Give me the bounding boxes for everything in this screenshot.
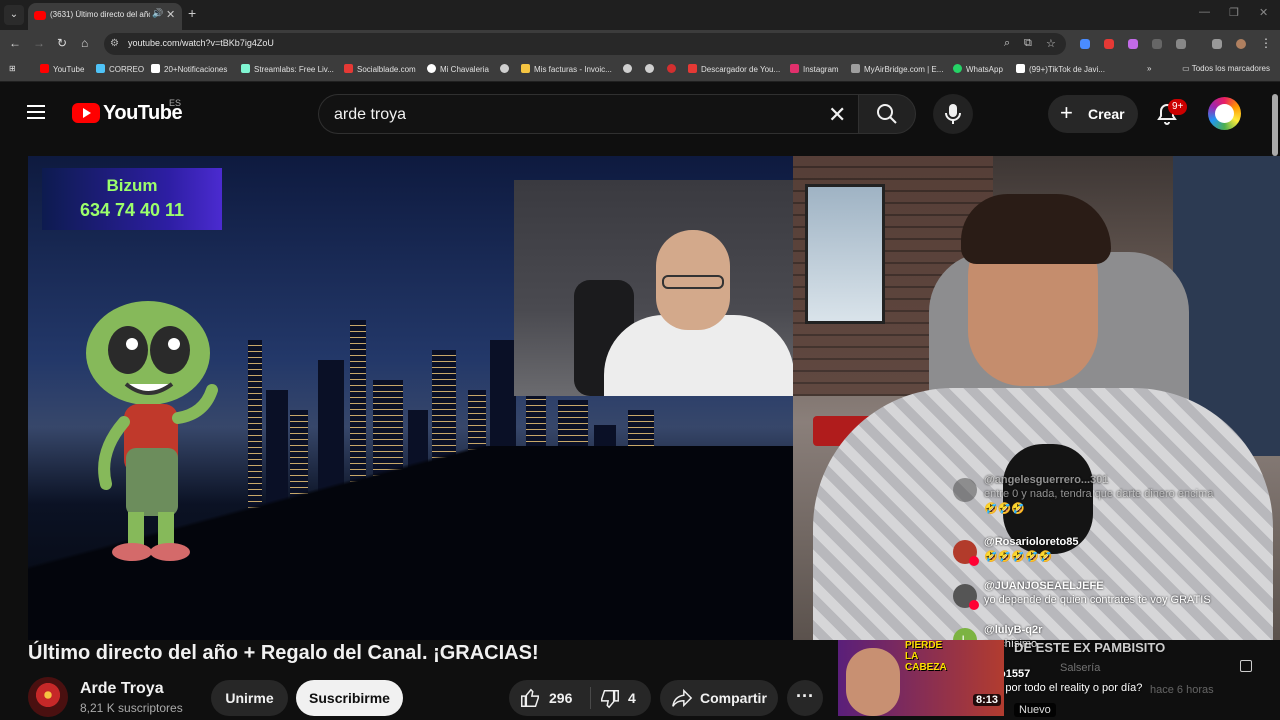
search-query[interactable]: arde troya: [334, 106, 406, 124]
tab-close-icon[interactable]: ✕: [166, 8, 175, 21]
join-button[interactable]: Unirme: [211, 680, 288, 716]
home-icon[interactable]: ⌂: [81, 36, 88, 50]
suggested-channel-name: Salsería: [1060, 662, 1101, 674]
monitor-image: [805, 184, 885, 324]
channel-name[interactable]: Arde Troya: [80, 680, 164, 698]
browser-tab-strip: ⌄ (3631) Último directo del año 🔊 ✕ + — …: [0, 0, 1280, 30]
profile-icon[interactable]: [1236, 39, 1246, 49]
forward-icon[interactable]: →: [33, 36, 45, 50]
share-icon: [672, 688, 693, 708]
country-code: ES: [169, 98, 182, 108]
bookmark-item[interactable]: [500, 64, 513, 74]
create-label: Crear: [1088, 106, 1125, 122]
bookmark-item[interactable]: CORREO: [96, 64, 144, 74]
browser-menu-icon[interactable]: ⋮: [1260, 36, 1272, 50]
reload-icon[interactable]: ↻: [57, 36, 67, 50]
like-count[interactable]: 296: [549, 690, 572, 706]
youtube-logo-icon[interactable]: [72, 103, 100, 123]
bookmarks-bar: ⊞ YouTube CORREO 20+Notificaciones Strea…: [0, 58, 1280, 82]
thumbs-down-icon[interactable]: [599, 688, 621, 710]
minimize-icon[interactable]: —: [1199, 6, 1210, 18]
bookmark-item[interactable]: 20+Notificaciones: [151, 64, 227, 74]
tab-search-button[interactable]: ⌄: [4, 5, 24, 25]
reading-list-icon[interactable]: [1212, 39, 1222, 49]
search-icon: [877, 104, 897, 124]
restore-icon[interactable]: ❐: [1229, 6, 1239, 19]
more-actions-icon[interactable]: ···: [787, 680, 823, 716]
bookmark-star-icon[interactable]: ☆: [1046, 37, 1056, 50]
scrollbar-thumb[interactable]: [1272, 94, 1278, 156]
folder-icon: ▭: [1182, 64, 1192, 73]
clear-search-icon[interactable]: ✕: [828, 102, 846, 128]
member-badge-icon: [969, 556, 979, 566]
bookmark-item[interactable]: [667, 64, 680, 74]
bookmark-item[interactable]: Streamlabs: Free Liv...: [241, 64, 334, 74]
bookmark-item[interactable]: Socialblade.com: [344, 64, 416, 74]
youtube-masthead: YouTube ES arde troya ✕ + Crear 9+: [0, 82, 1270, 146]
new-tab-icon[interactable]: +: [188, 5, 196, 21]
guide-menu-icon[interactable]: [27, 105, 45, 119]
video-duration: 8:13: [973, 694, 1002, 706]
plus-icon: +: [1060, 100, 1073, 125]
address-bar[interactable]: ⚙ youtube.com/watch?v=tBKb7ig4ZoU ⌕ ⧉ ☆: [104, 33, 1066, 55]
thumbs-up-icon[interactable]: [519, 687, 541, 709]
share-label: Compartir: [700, 690, 767, 706]
bookmark-item[interactable]: Descargador de You...: [688, 64, 780, 74]
bizum-number: 634 74 40 11: [79, 200, 185, 220]
bookmark-item[interactable]: MyAirBridge.com | E...: [851, 64, 943, 74]
member-badge-icon: [969, 600, 979, 610]
share-button[interactable]: Compartir: [660, 680, 778, 716]
dislike-count[interactable]: 4: [628, 690, 636, 706]
account-avatar[interactable]: [1208, 97, 1241, 130]
video-title: Último directo del año + Regalo del Cana…: [28, 642, 539, 664]
like-dislike-bar: 296 4: [509, 680, 651, 716]
suggested-video-title[interactable]: DE ESTE EX PAMBISITO: [1014, 640, 1165, 655]
extension-icon[interactable]: [1152, 39, 1162, 49]
suggested-video-meta: hace 6 horas: [1150, 684, 1214, 696]
youtube-favicon-icon: [34, 11, 46, 20]
bizum-label: Bizum: [106, 176, 158, 195]
subscriber-count: 8,21 K suscriptores: [80, 701, 183, 715]
microphone-icon: [945, 104, 961, 124]
heart-extension-icon[interactable]: [1128, 39, 1138, 49]
search-button[interactable]: [858, 94, 916, 134]
apps-grid-icon[interactable]: ⊞: [9, 64, 16, 73]
voice-search-button[interactable]: [933, 94, 973, 134]
create-button[interactable]: + Crear: [1048, 95, 1138, 133]
new-badge: Nuevo: [1014, 703, 1056, 717]
cast-icon[interactable]: ⧉: [1024, 37, 1032, 50]
audio-playing-icon[interactable]: 🔊: [152, 8, 163, 19]
alien-mascot-icon: [86, 301, 218, 561]
bookmark-item[interactable]: [645, 64, 658, 74]
bookmark-item[interactable]: Instagram: [790, 64, 839, 74]
extension-icon[interactable]: [1080, 39, 1090, 49]
all-bookmarks-folder[interactable]: ▭ Todos los marcadores: [1182, 64, 1270, 73]
search-input[interactable]: arde troya ✕: [318, 94, 858, 134]
tab-title: (3631) Último directo del año: [50, 10, 150, 19]
subscribe-button[interactable]: Suscribirme: [296, 680, 403, 716]
report-flag-icon[interactable]: [1240, 660, 1252, 672]
bookmark-item[interactable]: Mis facturas - Invoic...: [521, 64, 612, 74]
webcam-inset: [514, 180, 794, 396]
bookmark-item[interactable]: WhatsApp: [953, 64, 1003, 74]
url-text: youtube.com/watch?v=tBKb7ig4ZoU: [128, 38, 274, 48]
browser-toolbar: ← → ↻ ⌂ ⚙ youtube.com/watch?v=tBKb7ig4Zo…: [0, 30, 1280, 58]
bookmark-item[interactable]: Mi Chavaleria: [427, 64, 489, 74]
bookmark-item[interactable]: (99+)TikTok de Javi...: [1016, 64, 1105, 74]
channel-avatar[interactable]: [28, 677, 68, 717]
browser-tab[interactable]: (3631) Último directo del año 🔊 ✕: [28, 3, 182, 30]
youtube-extension-icon[interactable]: [1104, 39, 1114, 49]
avatar: [953, 478, 977, 502]
bookmark-item[interactable]: [623, 64, 636, 74]
site-info-icon[interactable]: ⚙: [110, 38, 119, 49]
window-close-icon[interactable]: ✕: [1259, 6, 1268, 19]
extensions-puzzle-icon[interactable]: [1176, 39, 1186, 49]
bookmarks-overflow-icon[interactable]: »: [1147, 64, 1151, 73]
bookmark-item[interactable]: YouTube: [40, 64, 84, 74]
zoom-icon[interactable]: ⌕: [1004, 37, 1010, 50]
back-icon[interactable]: ←: [9, 36, 21, 50]
bizum-donation-banner: Bizum 634 74 40 11: [42, 168, 222, 230]
notification-count-badge: 9+: [1168, 99, 1188, 115]
thumbnail-text: PIERDE LA CABEZA: [905, 640, 947, 673]
